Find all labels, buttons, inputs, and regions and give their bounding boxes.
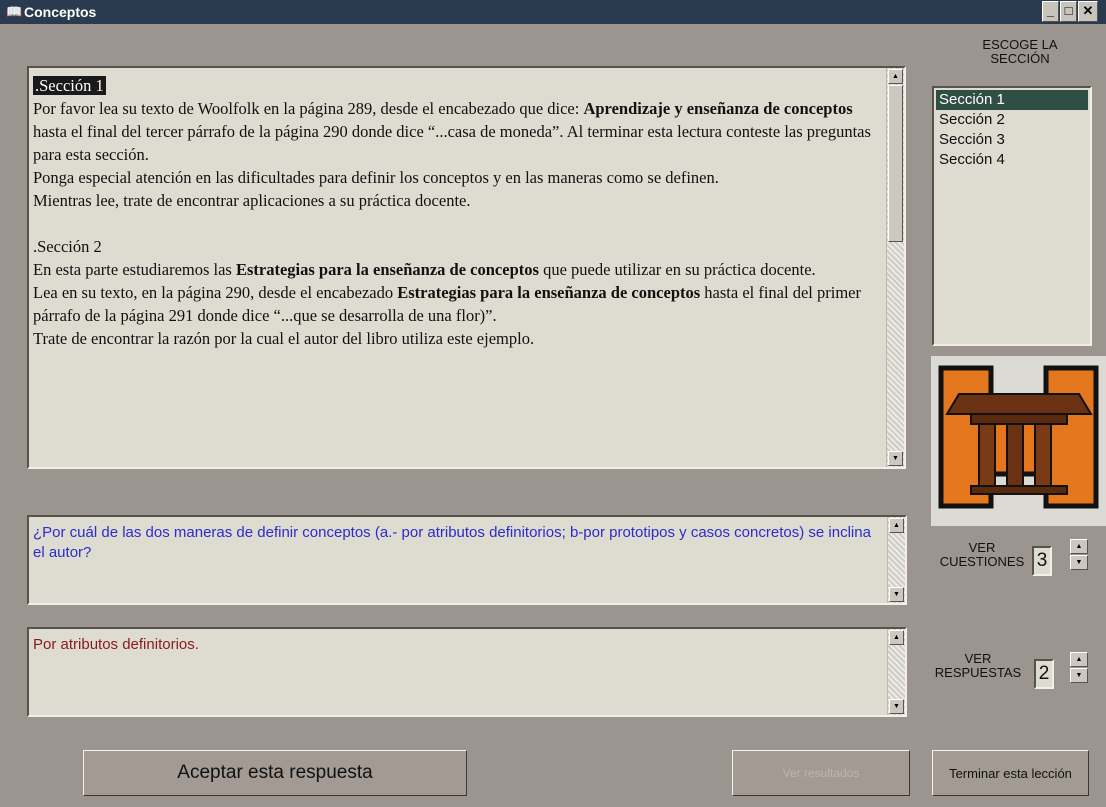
respuestas-value[interactable]: 2 [1034, 659, 1054, 689]
respuestas-up-icon[interactable]: ▲ [1070, 652, 1088, 667]
scroll-down-icon[interactable]: ▼ [889, 587, 904, 602]
book-icon: 📖 [6, 4, 23, 19]
scroll-up-icon[interactable]: ▲ [889, 518, 904, 533]
scroll-up-icon[interactable]: ▲ [889, 630, 904, 645]
section-heading-line2: SECCIÓN [990, 51, 1050, 66]
close-button[interactable]: ✕ [1078, 1, 1098, 22]
respuestas-down-icon[interactable]: ▼ [1070, 668, 1088, 683]
scroll-thumb[interactable] [888, 85, 903, 242]
temple-icon [938, 365, 1099, 509]
text-run: En esta parte estudiaremos las [33, 260, 236, 279]
text-run: Mientras lee, trate de encontrar aplicac… [33, 191, 471, 210]
view-results-button[interactable]: Ver resultados [732, 750, 910, 796]
section-list-item[interactable]: Sección 2 [936, 110, 1088, 130]
scroll-down-icon[interactable]: ▼ [889, 699, 904, 714]
question-box[interactable]: ¿Por cuál de las dos maneras de definir … [27, 515, 907, 605]
text-run: que puede utilizar en su práctica docent… [538, 260, 816, 279]
text-run: Trate de encontrar la razón por la cual … [33, 329, 535, 348]
section-heading-text: .Sección 1 [33, 76, 106, 95]
accept-answer-label: Aceptar esta respuesta [177, 762, 373, 783]
ver-respuestas-line2: RESPUESTAS [934, 665, 1022, 680]
text-run: .Sección 2 [33, 237, 102, 256]
question-text: ¿Por cuál de las dos maneras de definir … [33, 524, 871, 561]
window-title: Conceptos [24, 4, 97, 20]
reading-text-area[interactable]: .Sección 1 Por favor lea su texto de Wool… [27, 66, 906, 469]
reading-content: .Sección 1 Por favor lea su texto de Wool… [33, 74, 882, 463]
bold-phrase: Estrategias para la enseñanza de concept… [397, 283, 701, 302]
accept-answer-button[interactable]: Aceptar esta respuesta [83, 750, 467, 796]
text-run: Ponga especial atención en las dificulta… [33, 168, 719, 187]
answer-text: Por atributos definitorios. [33, 636, 199, 653]
cuestiones-down-icon[interactable]: ▼ [1070, 555, 1088, 570]
finish-lesson-button[interactable]: Terminar esta lección [932, 750, 1089, 796]
reading-paragraph: En esta parte estudiaremos las Estrategi… [33, 258, 882, 281]
answer-scrollbar[interactable]: ▲ ▼ [887, 629, 905, 715]
reading-paragraph: Lea en su texto, en la página 290, desde… [33, 281, 882, 327]
ver-cuestiones-label: VER CUESTIONES [938, 541, 1026, 569]
reading-paragraph: Por favor lea su texto de Woolfolk en la… [33, 97, 882, 166]
ver-respuestas-label: VER RESPUESTAS [926, 652, 1030, 680]
section-list-item[interactable]: Sección 1 [936, 90, 1088, 110]
bold-phrase: Aprendizaje y enseñanza de conceptos [583, 99, 853, 118]
view-results-label: Ver resultados [782, 766, 860, 780]
reading-paragraph: Ponga especial atención en las dificulta… [33, 166, 882, 189]
question-scrollbar[interactable]: ▲ ▼ [887, 517, 905, 603]
section-heading: .Sección 1 [33, 74, 882, 97]
finish-lesson-label: Terminar esta lección [949, 766, 1072, 781]
section-picker-heading: ESCOGE LA SECCIÓN [948, 38, 1092, 66]
text-run: hasta el final del tercer párrafo de la … [33, 122, 871, 164]
ver-cuestiones-line2: CUESTIONES [939, 554, 1025, 569]
text-run: Por favor lea su texto de Woolfolk en la… [33, 99, 584, 118]
section-listbox[interactable]: Sección 1 Sección 2 Sección 3 Sección 4 [932, 86, 1092, 346]
ver-cuestiones-line1: VER [968, 540, 996, 555]
reading-paragraph: Mientras lee, trate de encontrar aplicac… [33, 189, 882, 212]
title-bar: 📖 Conceptos _ □ ✕ [0, 0, 1106, 24]
reading-paragraph: .Sección 2 [33, 235, 882, 258]
section-heading-line1: ESCOGE LA [982, 37, 1058, 52]
bold-phrase: Estrategias para la enseñanza de concept… [235, 260, 539, 279]
answer-box[interactable]: Por atributos definitorios. ▲ ▼ [27, 627, 907, 717]
cuestiones-value[interactable]: 3 [1032, 546, 1052, 576]
course-logo [931, 356, 1106, 526]
section-list-item[interactable]: Sección 4 [936, 150, 1088, 170]
section-list-item[interactable]: Sección 3 [936, 130, 1088, 150]
scroll-up-icon[interactable]: ▲ [888, 69, 903, 84]
scroll-down-icon[interactable]: ▼ [888, 451, 903, 466]
text-run: Lea en su texto, en la página 290, desde… [33, 283, 398, 302]
reading-scrollbar[interactable]: ▲ ▼ [886, 68, 904, 467]
reading-paragraph: Trate de encontrar la razón por la cual … [33, 327, 882, 350]
minimize-button[interactable]: _ [1042, 1, 1059, 22]
cuestiones-up-icon[interactable]: ▲ [1070, 539, 1088, 554]
ver-respuestas-line1: VER [964, 651, 992, 666]
maximize-button[interactable]: □ [1060, 1, 1077, 22]
